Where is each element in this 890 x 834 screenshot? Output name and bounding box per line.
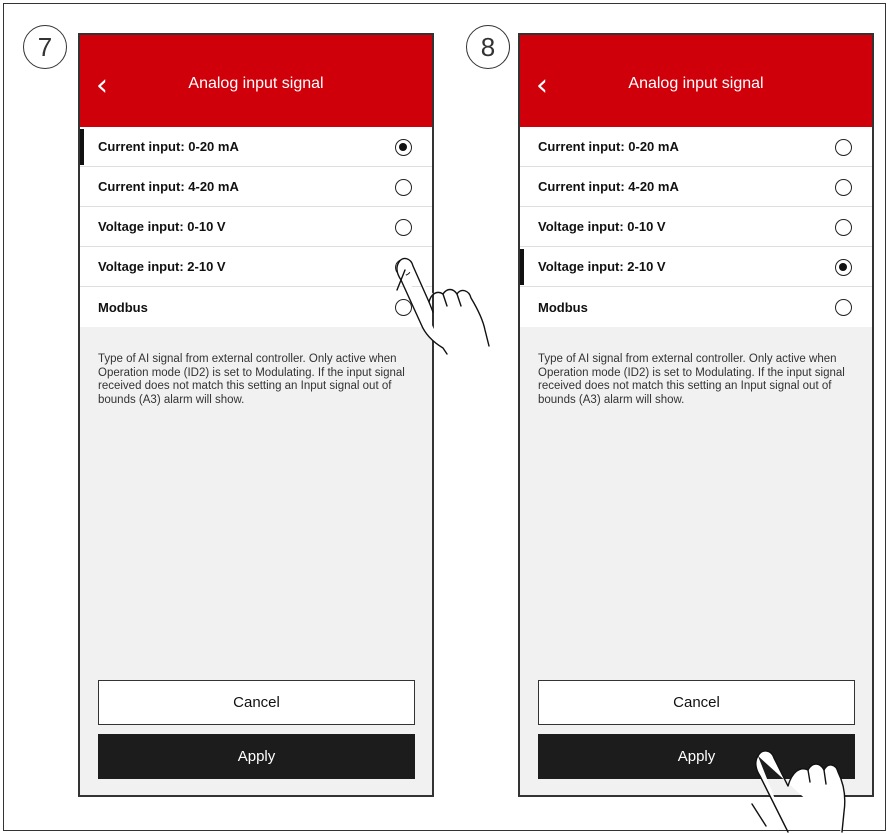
signal-option-list: Current input: 0-20 mA Current input: 4-… [80,127,432,327]
app-header: ‹ Analog input signal [520,35,872,127]
phone-screen-step-7: ‹ Analog input signal Current input: 0-2… [78,33,434,797]
setting-description: Type of AI signal from external controll… [538,353,845,406]
option-voltage-0-10[interactable]: Voltage input: 0-10 V [520,207,872,247]
option-label: Modbus [538,299,588,315]
cancel-button[interactable]: Cancel [98,680,415,725]
app-header: ‹ Analog input signal [80,35,432,127]
option-modbus[interactable]: Modbus [520,287,872,327]
selected-marker [520,249,524,285]
option-label: Voltage input: 0-10 V [538,219,666,234]
radio-button[interactable] [395,219,412,236]
option-label: Voltage input: 0-10 V [98,219,226,234]
option-label: Modbus [98,299,148,315]
option-current-4-20[interactable]: Current input: 4-20 mA [520,167,872,207]
step-number-7: 7 [23,25,67,69]
option-label: Current input: 0-20 mA [98,139,239,154]
selected-marker [80,129,84,165]
hand-pointer-icon [396,257,490,355]
step-number-8: 8 [466,25,510,69]
radio-button[interactable] [835,139,852,156]
page-title: Analog input signal [628,75,764,92]
option-label: Voltage input: 2-10 V [538,259,666,274]
radio-button[interactable] [395,179,412,196]
option-label: Current input: 4-20 mA [538,179,679,194]
setting-description: Type of AI signal from external controll… [98,353,405,406]
option-label: Current input: 4-20 mA [98,179,239,194]
option-voltage-2-10[interactable]: Voltage input: 2-10 V [80,247,432,287]
option-modbus[interactable]: Modbus [80,287,432,327]
radio-button-selected[interactable] [835,259,852,276]
option-current-0-20[interactable]: Current input: 0-20 mA [520,127,872,167]
option-voltage-0-10[interactable]: Voltage input: 0-10 V [80,207,432,247]
option-current-4-20[interactable]: Current input: 4-20 mA [80,167,432,207]
option-label: Current input: 0-20 mA [538,139,679,154]
hand-pointer-icon [751,750,846,833]
option-label: Voltage input: 2-10 V [98,259,226,274]
option-voltage-2-10[interactable]: Voltage input: 2-10 V [520,247,872,287]
page-title: Analog input signal [188,75,324,92]
radio-button[interactable] [835,219,852,236]
phone-screen-step-8: ‹ Analog input signal Current input: 0-2… [518,33,874,797]
cancel-button[interactable]: Cancel [538,680,855,725]
radio-button[interactable] [835,299,852,316]
signal-option-list: Current input: 0-20 mA Current input: 4-… [520,127,872,327]
radio-button[interactable] [835,179,852,196]
apply-button[interactable]: Apply [98,734,415,779]
radio-button-selected[interactable] [395,139,412,156]
option-current-0-20[interactable]: Current input: 0-20 mA [80,127,432,167]
